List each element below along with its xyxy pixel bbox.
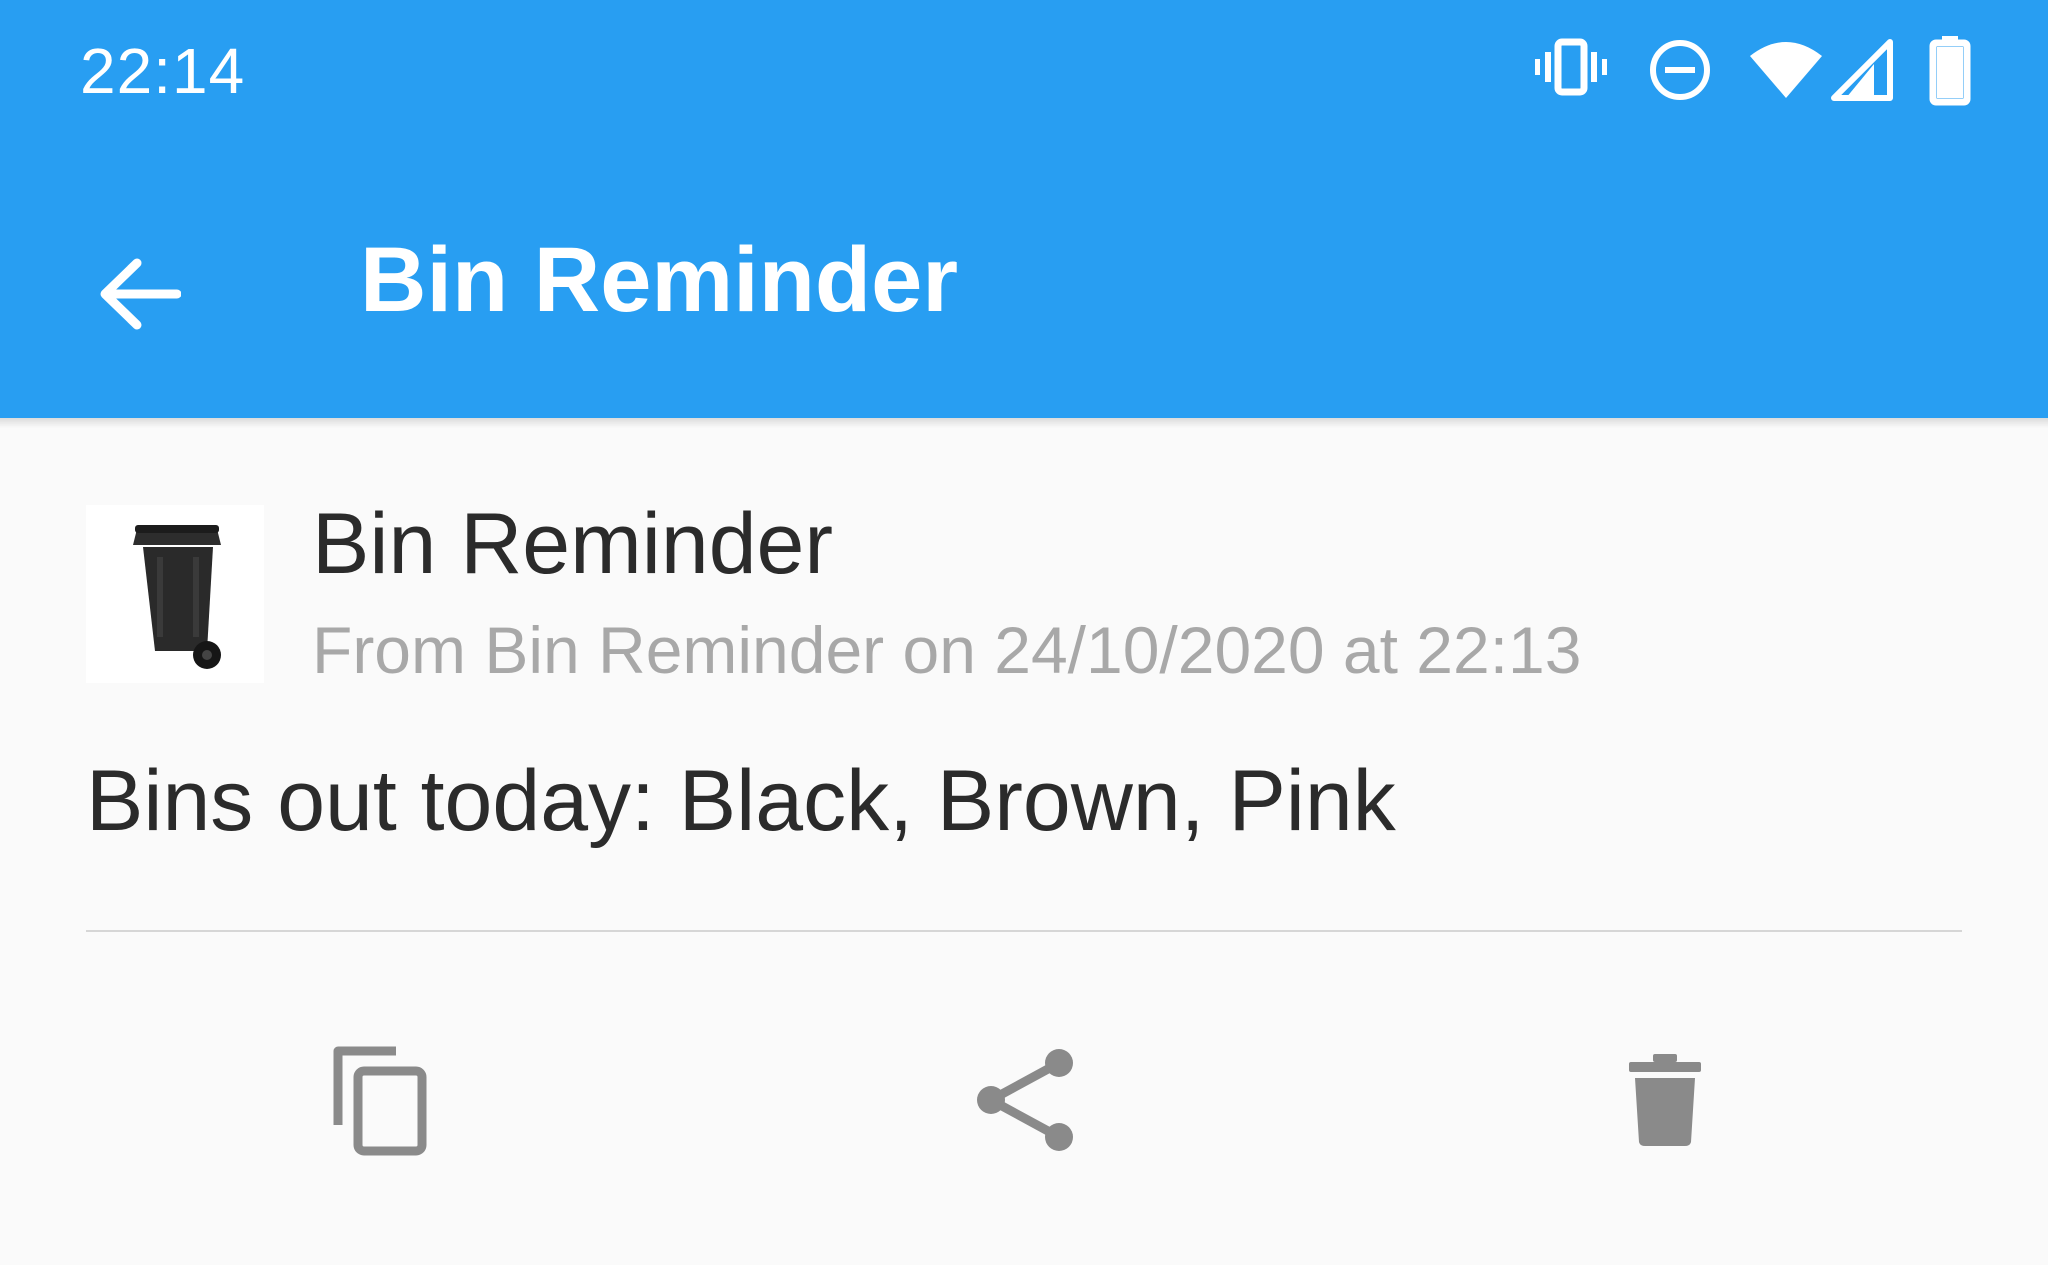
- copy-button[interactable]: [310, 1030, 450, 1170]
- app-bar-shadow: [0, 418, 2048, 428]
- status-icons: [1448, 0, 2048, 150]
- arrow-back-icon: [100, 258, 181, 330]
- status-time: 22:14: [80, 35, 246, 107]
- vibrate-icon: [1535, 38, 1607, 96]
- app-title: Bin Reminder: [360, 229, 959, 331]
- app-bar: Bin Reminder: [0, 150, 2048, 418]
- delete-icon: [1629, 1054, 1701, 1146]
- notification-meta: From Bin Reminder on 24/10/2020 at 22:13: [312, 613, 1582, 687]
- notification-app-icon: [86, 505, 264, 683]
- notification-title: Bin Reminder: [312, 496, 833, 592]
- do-not-disturb-icon: [1650, 40, 1710, 100]
- wheelie-bin-icon: [133, 525, 221, 669]
- divider: [86, 930, 1962, 932]
- battery-icon: [1929, 36, 1971, 106]
- share-button[interactable]: [955, 1030, 1095, 1170]
- top-bar: 22:14 Bin Reminder: [0, 0, 2048, 418]
- delete-button[interactable]: [1595, 1030, 1735, 1170]
- share-icon: [977, 1049, 1073, 1151]
- back-button[interactable]: [78, 234, 198, 354]
- status-bar: 22:14: [0, 0, 2048, 150]
- copy-icon: [333, 1046, 427, 1156]
- notification-body: Bins out today: Black, Brown, Pink: [86, 753, 1396, 849]
- wifi-icon: [1750, 42, 1822, 98]
- cell-signal-icon: [1831, 39, 1893, 101]
- notification-detail-screen: 22:14 Bin Reminder Bin Reminder From Bin…: [0, 0, 2048, 1265]
